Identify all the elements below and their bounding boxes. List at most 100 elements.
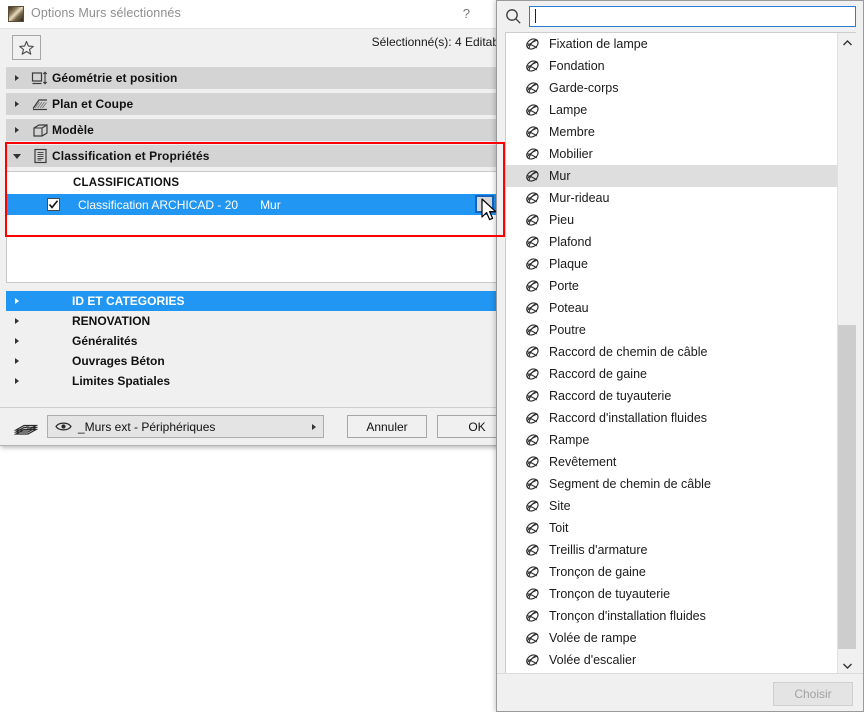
list-item[interactable]: Mobilier <box>506 143 837 165</box>
classification-list[interactable]: Fixation de lampe Fondation Garde-corps Lam… <box>505 32 856 674</box>
favorites-button[interactable] <box>12 35 41 60</box>
list-item[interactable]: Raccord de chemin de câble <box>506 341 837 363</box>
list-item-label: Raccord de tuyauterie <box>549 389 672 403</box>
scrollbar-thumb[interactable] <box>838 325 856 649</box>
dialog-footer: _Murs ext - Périphériques Annuler OK <box>0 407 517 445</box>
list-item[interactable]: Mur-rideau <box>506 187 837 209</box>
classification-globe-icon <box>524 367 540 381</box>
chevron-right-icon <box>6 358 28 364</box>
chevron-right-icon <box>6 378 28 384</box>
section-classification-et-proprietes[interactable]: Classification et Propriétés <box>6 145 497 167</box>
classification-globe-icon <box>524 455 540 469</box>
list-item[interactable]: Fondation <box>506 55 837 77</box>
list-item-label: Poutre <box>549 323 586 337</box>
list-item[interactable]: Tronçon d'installation fluides <box>506 605 837 627</box>
list-item[interactable]: Pieu <box>506 209 837 231</box>
section-label: Classification et Propriétés <box>52 149 210 163</box>
list-item[interactable]: Segment de chemin de câble <box>506 473 837 495</box>
list-item-label: Fixation de lampe <box>549 37 648 51</box>
list-item-label: Mur <box>549 169 571 183</box>
list-item[interactable]: Toit <box>506 517 837 539</box>
list-item-label: Toit <box>549 521 569 535</box>
dialog-toolbar: Sélectionné(s): 4 Editab <box>0 29 503 67</box>
section-plan-et-coupe[interactable]: Plan et Coupe <box>6 93 497 115</box>
list-item[interactable]: Garde-corps <box>506 77 837 99</box>
list-item[interactable]: Volée d'escalier <box>506 649 837 671</box>
list-item-label: Tronçon d'installation fluides <box>549 609 706 623</box>
section-ouvrages-beton[interactable]: Ouvrages Béton <box>6 351 497 371</box>
classification-globe-icon <box>524 103 540 117</box>
list-item[interactable]: Raccord de tuyauterie <box>506 385 837 407</box>
list-item-label: Poteau <box>549 301 589 315</box>
list-item-label: Mur-rideau <box>549 191 610 205</box>
layers-icon <box>13 418 39 441</box>
classification-checkbox[interactable] <box>47 198 60 211</box>
classification-globe-icon <box>524 213 540 227</box>
chevron-right-icon <box>6 318 28 324</box>
classification-globe-icon <box>524 653 540 667</box>
classification-row[interactable]: Classification ARCHICAD - 20 Mur <box>7 194 496 215</box>
list-item-label: Plaque <box>549 257 588 271</box>
list-item[interactable]: Treillis d'armature <box>506 539 837 561</box>
section-generalites[interactable]: Généralités <box>6 331 497 351</box>
search-bar <box>497 1 863 32</box>
dialog-title: Options Murs sélectionnés <box>31 6 181 20</box>
list-item[interactable]: Volée de rampe <box>506 627 837 649</box>
classification-globe-icon <box>524 59 540 73</box>
list-item[interactable]: Poteau <box>506 297 837 319</box>
classification-globe-icon <box>524 609 540 623</box>
list-item-label: Rampe <box>549 433 590 447</box>
classification-dropdown-button[interactable] <box>475 195 494 213</box>
list-item[interactable]: Tronçon de tuyauterie <box>506 583 837 605</box>
list-item[interactable]: Revêtement <box>506 451 837 473</box>
list-item-label: Membre <box>549 125 595 139</box>
list-item-label: Lampe <box>549 103 588 117</box>
classification-globe-icon <box>524 257 540 271</box>
list-item[interactable]: Plaque <box>506 253 837 275</box>
search-input[interactable] <box>529 6 856 27</box>
list-item[interactable]: Raccord de gaine <box>506 363 837 385</box>
classification-globe-icon <box>524 235 540 249</box>
classification-globe-icon <box>524 279 540 293</box>
list-item[interactable]: Lampe <box>506 99 837 121</box>
cancel-button[interactable]: Annuler <box>347 415 427 438</box>
classification-globe-icon <box>524 301 540 315</box>
list-item-label: Segment de chemin de câble <box>549 477 711 491</box>
classification-globe-icon <box>524 499 540 513</box>
section-modele[interactable]: Modèle <box>6 119 497 141</box>
list-item[interactable]: Fixation de lampe <box>506 33 837 55</box>
section-renovation[interactable]: RENOVATION <box>6 311 497 331</box>
scroll-up-button[interactable] <box>838 33 856 52</box>
section-label: Plan et Coupe <box>52 97 134 111</box>
screen-root: Options Murs sélectionnés ? Sélectionné(… <box>0 0 864 712</box>
list-scrollbar[interactable] <box>837 33 856 674</box>
classification-globe-icon <box>524 631 540 645</box>
list-item[interactable]: Plafond <box>506 231 837 253</box>
classification-globe-icon <box>524 565 540 579</box>
dialog-titlebar: Options Murs sélectionnés ? <box>0 0 503 29</box>
list-item[interactable]: Raccord d'installation fluides <box>506 407 837 429</box>
classification-globe-icon <box>524 37 540 51</box>
layer-selector[interactable]: _Murs ext - Périphériques <box>47 415 324 438</box>
list-item[interactable]: Membre <box>506 121 837 143</box>
scroll-down-button[interactable] <box>838 656 856 674</box>
section-id-et-categories[interactable]: ID ET CATEGORIES <box>6 291 497 311</box>
classification-value-label: Mur <box>260 197 281 212</box>
chevron-right-icon <box>6 101 28 107</box>
list-item-label: Site <box>549 499 571 513</box>
list-item-label: Mobilier <box>549 147 593 161</box>
list-item[interactable]: Mur <box>506 165 837 187</box>
section-geometrie-et-position[interactable]: Géométrie et position <box>6 67 497 89</box>
classification-system-label: Classification ARCHICAD - 20 <box>78 197 239 212</box>
classification-globe-icon <box>524 81 540 95</box>
section-limites-spatiales[interactable]: Limites Spatiales <box>6 371 497 391</box>
chevron-right-icon <box>6 298 28 304</box>
choose-button[interactable]: Choisir <box>773 682 853 706</box>
list-item[interactable]: Porte <box>506 275 837 297</box>
list-item[interactable]: Tronçon de gaine <box>506 561 837 583</box>
list-item[interactable]: Poutre <box>506 319 837 341</box>
help-button[interactable]: ? <box>463 6 470 21</box>
list-item[interactable]: Site <box>506 495 837 517</box>
list-item[interactable]: Rampe <box>506 429 837 451</box>
list-item-label: Treillis d'armature <box>549 543 648 557</box>
